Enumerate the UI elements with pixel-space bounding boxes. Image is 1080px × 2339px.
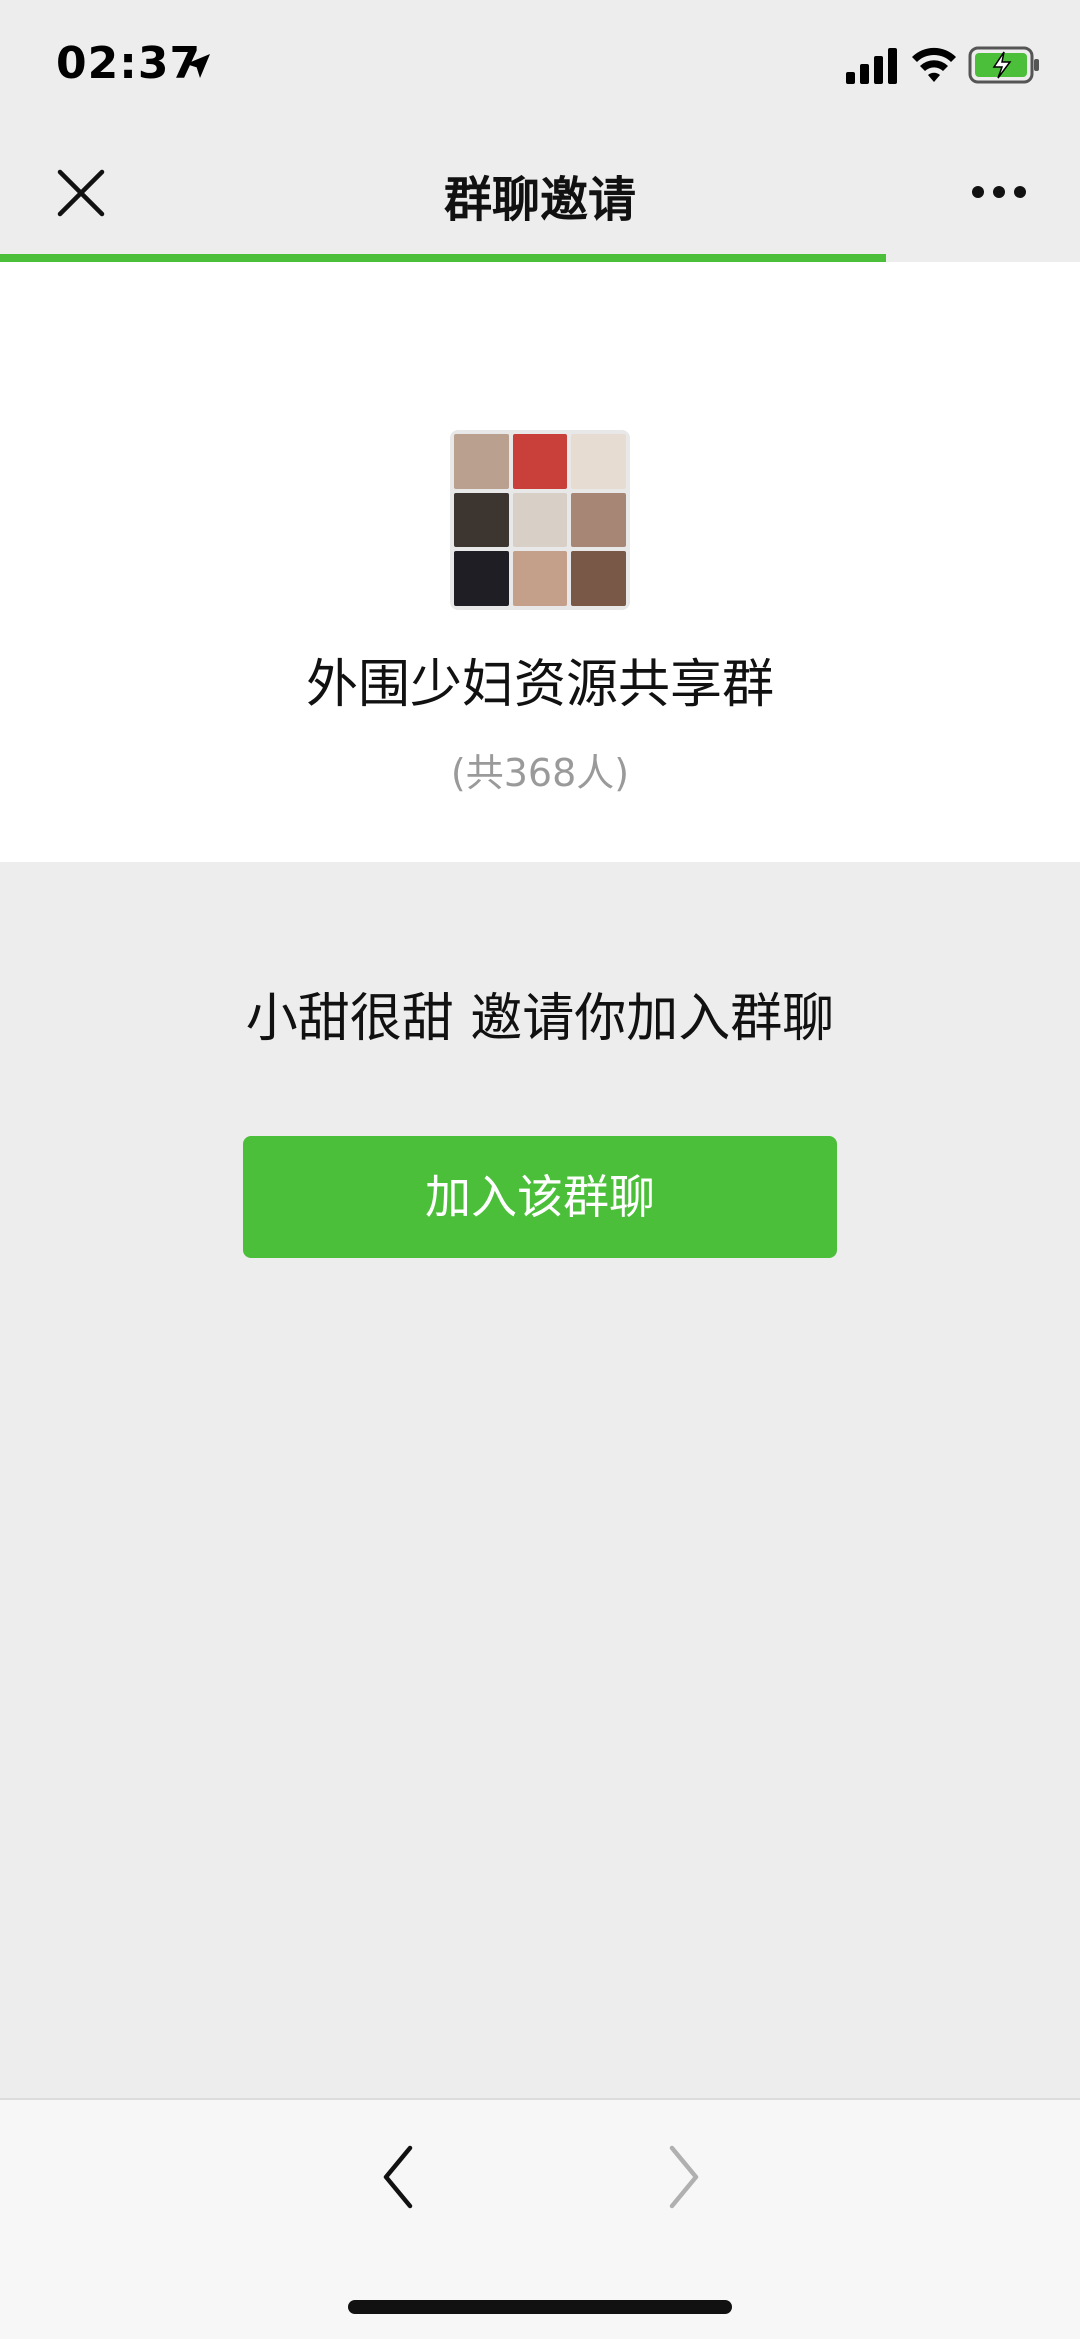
- bottom-toolbar: [0, 2098, 1080, 2339]
- member-count: (共368人): [450, 751, 630, 795]
- chevron-left-icon[interactable]: [378, 2142, 418, 2212]
- page-load-progress-fill: [0, 254, 886, 262]
- avatar-tile: [571, 434, 626, 489]
- avatar-tile: [454, 551, 509, 606]
- status-time: 02:37: [56, 38, 202, 89]
- avatar-tile: [454, 492, 509, 548]
- avatar-tile: [512, 434, 568, 489]
- avatar-tile: [454, 434, 509, 489]
- avatar-tile: [512, 492, 568, 548]
- page-load-progress: [0, 254, 1080, 262]
- join-group-button[interactable]: 加入该群聊: [243, 1136, 837, 1258]
- home-indicator: [348, 2300, 732, 2314]
- group-avatar: [450, 430, 630, 610]
- more-icon[interactable]: [970, 180, 1028, 204]
- avatar-tile: [571, 551, 626, 606]
- group-name: 外围少妇资源共享群: [305, 655, 774, 715]
- screen: 02:37 群聊邀请 外围少妇资源共享群 (共368人) 小甜很甜 邀请你加入群…: [0, 0, 1080, 2339]
- battery-charging-icon: [968, 46, 1039, 84]
- location-arrow-icon: [186, 54, 210, 78]
- cellular-signal-icon: [846, 48, 897, 84]
- nav-bar: 群聊邀请: [0, 132, 1080, 254]
- wifi-icon: [912, 47, 956, 82]
- chevron-right-icon: [669, 2145, 699, 2209]
- status-bar: 02:37: [0, 0, 1080, 132]
- avatar-tile: [571, 492, 626, 548]
- group-card: 外围少妇资源共享群 (共368人): [0, 262, 1080, 862]
- invite-text: 小甜很甜 邀请你加入群聊: [245, 989, 835, 1049]
- page-title: 群聊邀请: [443, 172, 636, 228]
- avatar-tile: [512, 551, 568, 606]
